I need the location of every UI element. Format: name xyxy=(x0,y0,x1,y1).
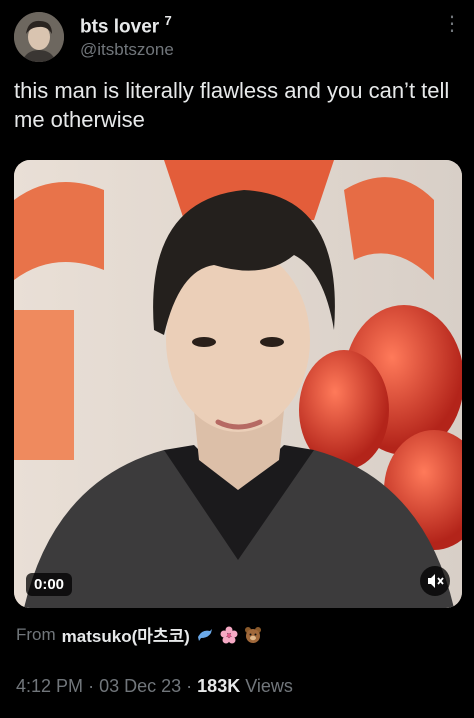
views-label: Views xyxy=(245,676,293,696)
mute-button[interactable] xyxy=(420,566,450,596)
display-name[interactable]: bts lover 7 xyxy=(80,13,172,38)
bear-face-icon xyxy=(244,626,261,643)
separator-dot: · xyxy=(186,676,193,696)
source-prefix: From xyxy=(16,624,56,644)
post-date[interactable]: 03 Dec 23 xyxy=(99,676,181,696)
separator-dot: · xyxy=(88,676,95,696)
name-badge: 7 xyxy=(164,13,172,28)
cherry-blossom-icon xyxy=(220,626,238,643)
video-timestamp: 0:00 xyxy=(26,573,73,596)
source-account-link[interactable]: matsuko(마츠코) xyxy=(62,622,190,647)
video-frame xyxy=(14,160,462,608)
more-options-icon[interactable]: ⋮ xyxy=(442,14,462,44)
avatar[interactable] xyxy=(14,12,64,62)
views-count[interactable]: 183K xyxy=(197,676,240,696)
dolphin-icon xyxy=(197,628,212,641)
tweet-header: bts lover 7 @itsbtszone ⋮ xyxy=(14,10,462,66)
speaker-muted-icon xyxy=(428,574,444,588)
video-player[interactable]: 0:00 xyxy=(14,160,462,608)
tweet-metadata: 4:12 PM · 03 Dec 23 · 183K Views xyxy=(16,676,293,697)
tweet-text: this man is literally flawless and you c… xyxy=(14,78,450,132)
video-source: From matsuko(마츠코) xyxy=(16,622,262,647)
display-name-text[interactable]: bts lover xyxy=(80,16,159,37)
post-time[interactable]: 4:12 PM xyxy=(16,676,83,696)
user-handle[interactable]: @itsbtszone xyxy=(80,40,174,60)
